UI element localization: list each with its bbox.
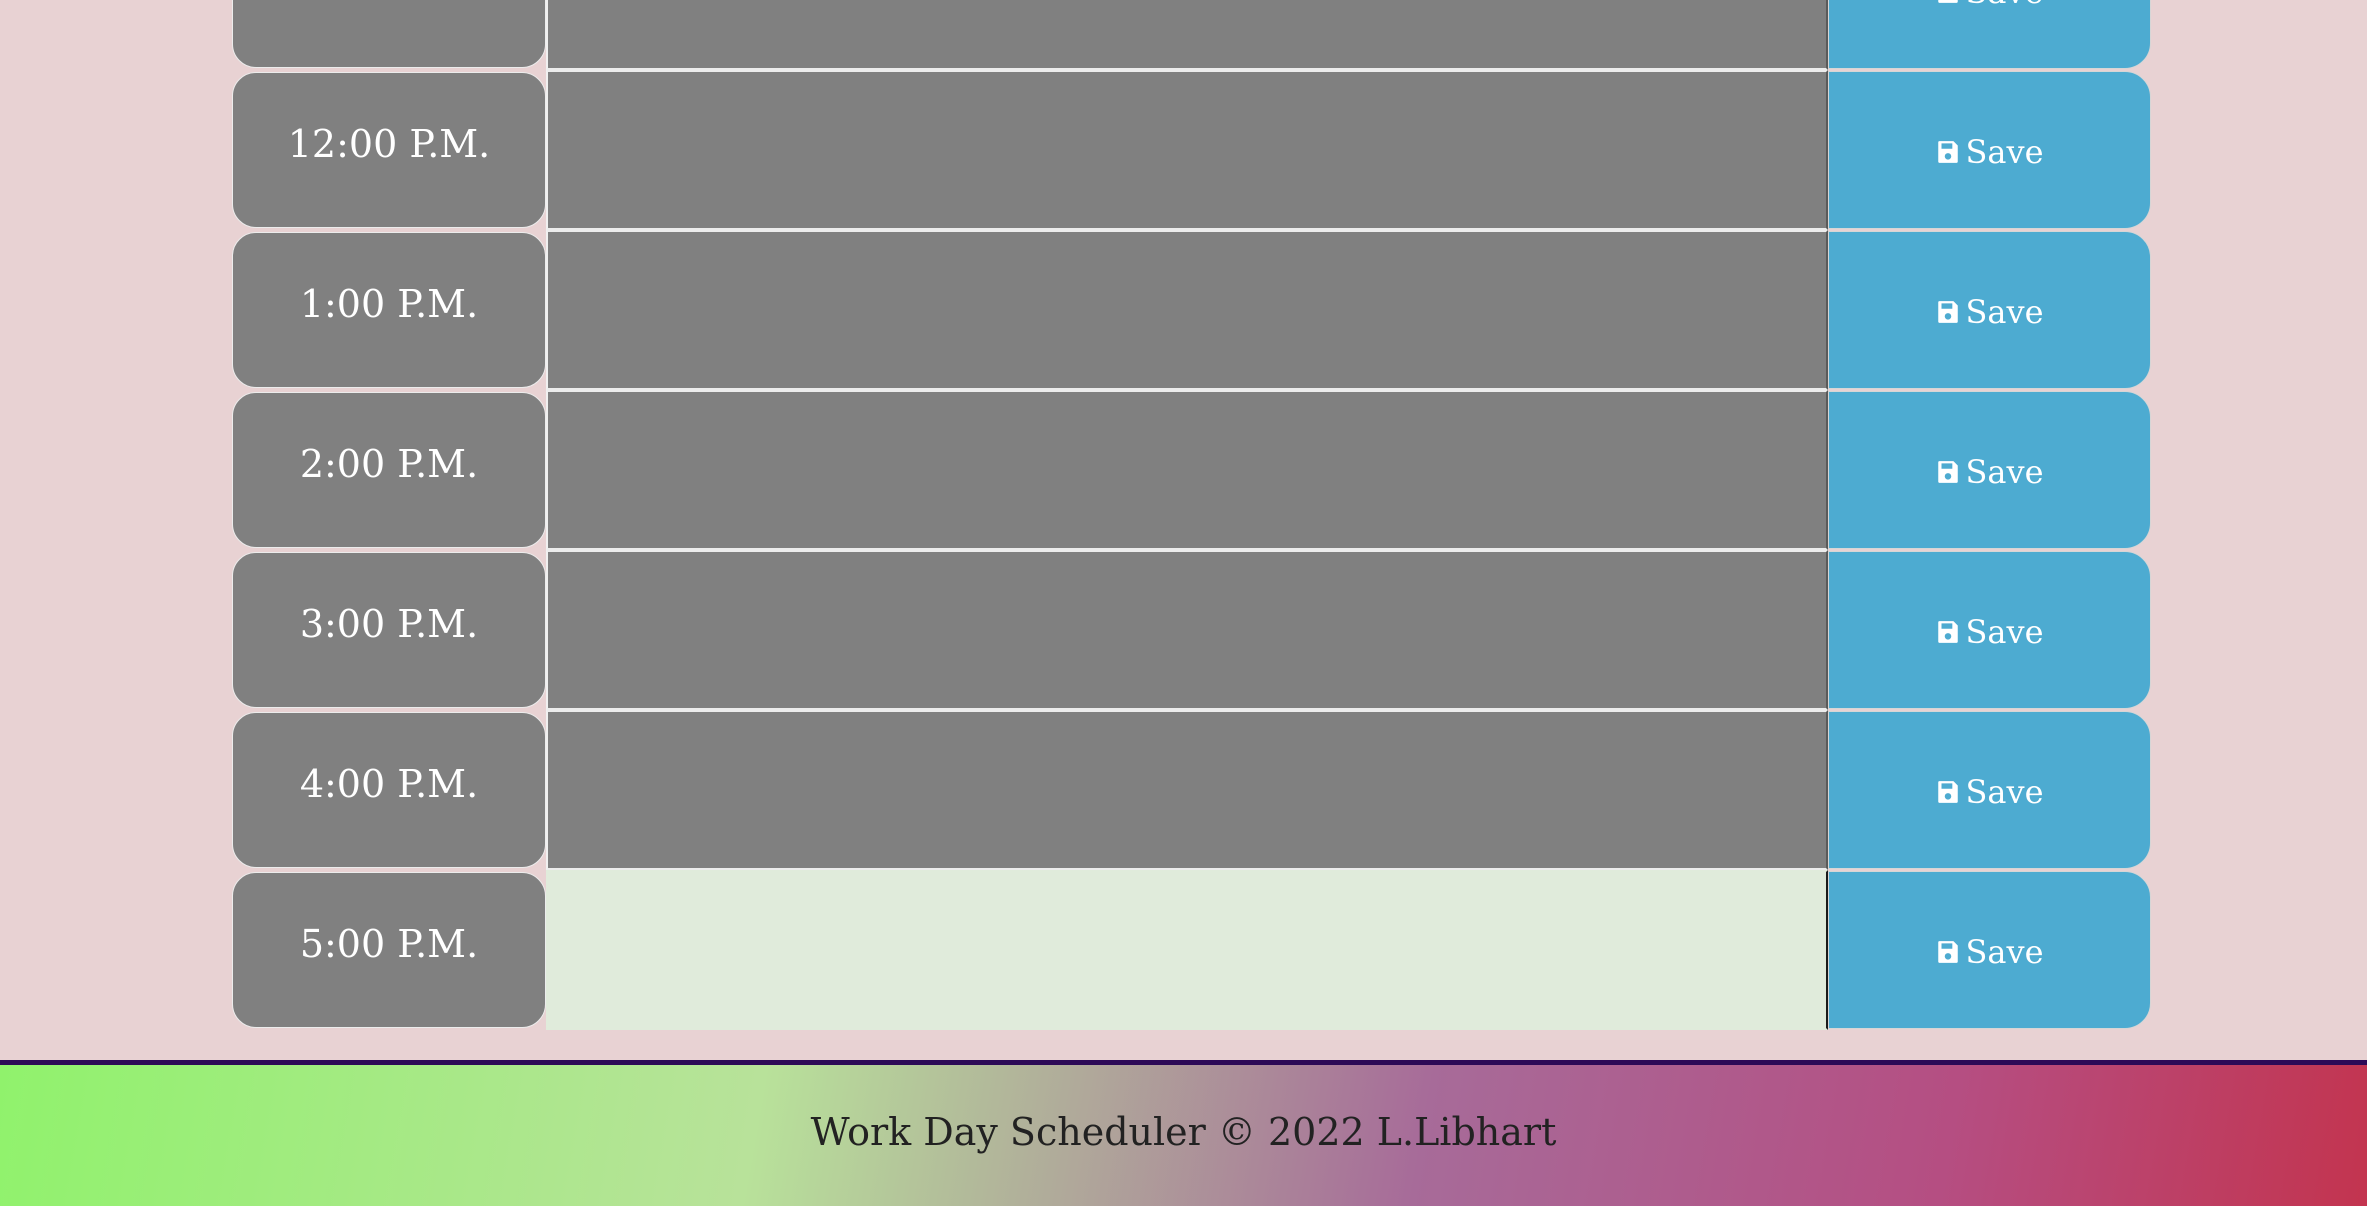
floppy-disk-icon	[1938, 940, 1959, 963]
event-description[interactable]	[546, 550, 1828, 710]
floppy-disk-icon	[1938, 300, 1959, 323]
time-block: 2:00 P.M. Save	[232, 390, 2151, 550]
save-button[interactable]: Save	[1828, 0, 2151, 69]
time-block: 11:00 A.M. Save	[232, 0, 2151, 70]
save-label: Save	[1965, 132, 2044, 171]
time-block: 4:00 P.M. Save	[232, 710, 2151, 870]
save-label: Save	[1965, 612, 2044, 651]
time-block: 5:00 P.M. Save	[232, 870, 2151, 1030]
save-label: Save	[1965, 0, 2043, 11]
save-label: Save	[1965, 452, 2044, 491]
hour-label: 3:00 P.M.	[232, 552, 546, 708]
footer: Work Day Scheduler © 2022 L.Libhart	[0, 1060, 2367, 1206]
save-label: Save	[1965, 932, 2044, 971]
event-description[interactable]	[546, 390, 1828, 550]
hour-label: 2:00 P.M.	[232, 392, 546, 548]
event-description[interactable]	[546, 710, 1828, 870]
time-block: 3:00 P.M. Save	[232, 550, 2151, 710]
hour-label: 11:00 A.M.	[232, 0, 546, 68]
event-description[interactable]	[546, 230, 1828, 390]
floppy-disk-icon	[1938, 140, 1959, 163]
floppy-disk-icon	[1938, 460, 1959, 483]
hour-label: 1:00 P.M.	[232, 232, 546, 388]
save-button[interactable]: Save	[1828, 231, 2151, 389]
save-button[interactable]: Save	[1828, 711, 2151, 869]
floppy-disk-icon	[1938, 780, 1959, 803]
save-button[interactable]: Save	[1828, 551, 2151, 709]
hour-label: 4:00 P.M.	[232, 712, 546, 868]
time-block: 1:00 P.M. Save	[232, 230, 2151, 390]
scheduler: 11:00 A.M. Save 12:00 P.M. Save 1:00 P.M…	[232, 0, 2151, 1030]
time-block: 12:00 P.M. Save	[232, 70, 2151, 230]
hour-label: 5:00 P.M.	[232, 872, 546, 1028]
save-label: Save	[1965, 292, 2044, 331]
save-button[interactable]: Save	[1828, 71, 2151, 229]
floppy-disk-icon	[1938, 0, 1959, 3]
save-label: Save	[1965, 772, 2044, 811]
hour-label: 12:00 P.M.	[232, 72, 546, 228]
floppy-disk-icon	[1938, 620, 1959, 643]
event-description[interactable]	[546, 870, 1828, 1030]
event-description[interactable]	[546, 70, 1828, 230]
save-button[interactable]: Save	[1828, 391, 2151, 549]
footer-copyright: Work Day Scheduler © 2022 L.Libhart	[810, 1109, 1557, 1154]
save-button[interactable]: Save	[1828, 871, 2151, 1029]
event-description[interactable]	[546, 0, 1828, 70]
